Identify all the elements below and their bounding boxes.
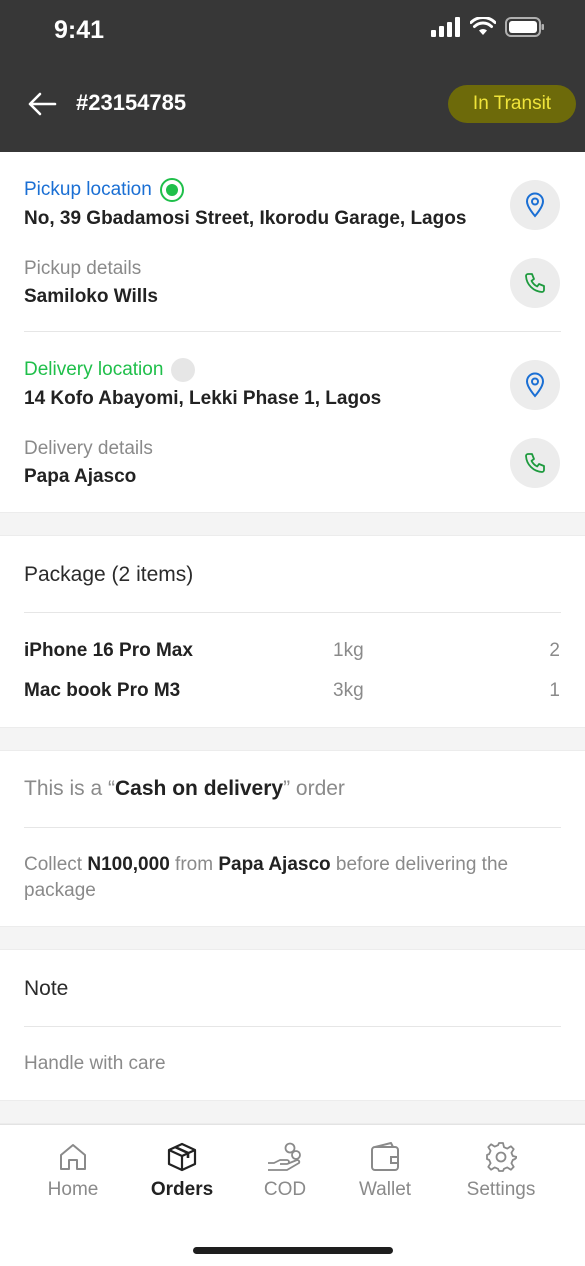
package-item-name: Mac book Pro M3 (24, 680, 181, 701)
cod-collect-instruction: Collect N100,000 from Papa Ajasco before… (24, 852, 564, 904)
package-item-weight: 3kg (333, 680, 364, 701)
status-badge: In Transit (448, 85, 576, 123)
section-gap (0, 926, 585, 950)
tab-wallet-label: Wallet (358, 1179, 412, 1200)
section-gap (0, 1100, 585, 1124)
collect-prefix: Collect (24, 854, 88, 875)
tab-settings[interactable]: Settings (446, 1141, 556, 1201)
package-section: Package (2 items) iPhone 16 Pro Max 1kg … (0, 536, 585, 727)
tab-wallet[interactable]: Wallet (330, 1141, 440, 1201)
home-indicator (193, 1247, 393, 1254)
divider (24, 331, 561, 332)
wallet-icon (371, 1142, 399, 1171)
cod-notice: This is a “Cash on delivery” order (24, 777, 345, 801)
home-icon (60, 1144, 86, 1170)
pickup-location-label-row: Pickup location (24, 178, 184, 202)
cod-notice-highlight: Cash on delivery (115, 777, 284, 800)
note-text: Handle with care (24, 1053, 166, 1074)
delivery-inactive-dot-icon (171, 358, 196, 382)
delivery-contact-name: Papa Ajasco (24, 466, 137, 487)
pickup-call-button[interactable] (510, 258, 560, 308)
collect-recipient: Papa Ajasco (218, 854, 331, 875)
pickup-address: No, 39 Gbadamosi Street, Ikorodu Garage,… (24, 208, 467, 229)
divider (24, 612, 561, 613)
cod-section: This is a “Cash on delivery” order Colle… (0, 751, 585, 926)
package-item-name: iPhone 16 Pro Max (24, 640, 193, 661)
package-title: Package (2 items) (24, 563, 194, 586)
back-button[interactable] (24, 88, 60, 120)
pickup-active-dot-icon (159, 178, 184, 202)
status-time: 9:41 (54, 16, 105, 44)
pickup-contact-name: Samiloko Wills (24, 286, 158, 307)
package-item-weight: 1kg (333, 640, 364, 661)
collect-mid: from (169, 854, 219, 875)
tab-settings-label: Settings (466, 1179, 536, 1200)
map-pin-icon (525, 192, 545, 218)
pickup-location-label: Pickup location (24, 179, 152, 200)
section-gap (0, 727, 585, 751)
locations-section: Pickup location No, 39 Gbadamosi Street,… (0, 152, 585, 512)
tab-home-label: Home (47, 1179, 99, 1200)
wifi-icon (470, 17, 496, 35)
phone-icon (525, 273, 545, 293)
tab-cod-label: COD (263, 1179, 307, 1200)
package-item-qty: 2 (549, 640, 560, 661)
pickup-map-button[interactable] (510, 180, 560, 230)
delivery-call-button[interactable] (510, 438, 560, 488)
section-gap (0, 512, 585, 536)
app-header: 9:41 #23154785 In Transit (0, 0, 585, 152)
tab-orders-label: Orders (150, 1179, 214, 1200)
battery-icon (505, 17, 544, 37)
cod-notice-suffix: ” order (283, 777, 345, 800)
cod-notice-prefix: This is a “ (24, 777, 116, 800)
delivery-location-label-row: Delivery location (24, 358, 196, 382)
delivery-map-button[interactable] (510, 360, 560, 410)
gear-icon (486, 1142, 517, 1172)
delivery-location-label: Delivery location (24, 359, 164, 380)
tab-home[interactable]: Home (18, 1141, 128, 1201)
arrow-left-icon (28, 92, 57, 116)
order-id: #23154785 (76, 90, 187, 115)
delivery-details-label: Delivery details (24, 438, 153, 459)
status-icons (431, 17, 545, 37)
delivery-address: 14 Kofo Abayomi, Lekki Phase 1, Lagos (24, 388, 382, 409)
cash-hand-icon (268, 1142, 301, 1171)
divider (24, 1026, 561, 1027)
tab-orders[interactable]: Orders (127, 1141, 237, 1201)
divider (24, 827, 561, 828)
map-pin-icon (525, 372, 545, 398)
collect-amount: N100,000 (87, 854, 170, 875)
signal-icon (431, 17, 460, 37)
note-title: Note (24, 977, 69, 1000)
pickup-details-label: Pickup details (24, 258, 142, 279)
note-section: Note Handle with care (0, 950, 585, 1100)
package-item-qty: 1 (549, 680, 560, 701)
phone-icon (525, 453, 545, 473)
tab-cod[interactable]: COD (230, 1141, 340, 1201)
box-icon (167, 1142, 197, 1172)
bottom-tab-bar: Home Orders COD Wallet Settings (0, 1124, 585, 1266)
